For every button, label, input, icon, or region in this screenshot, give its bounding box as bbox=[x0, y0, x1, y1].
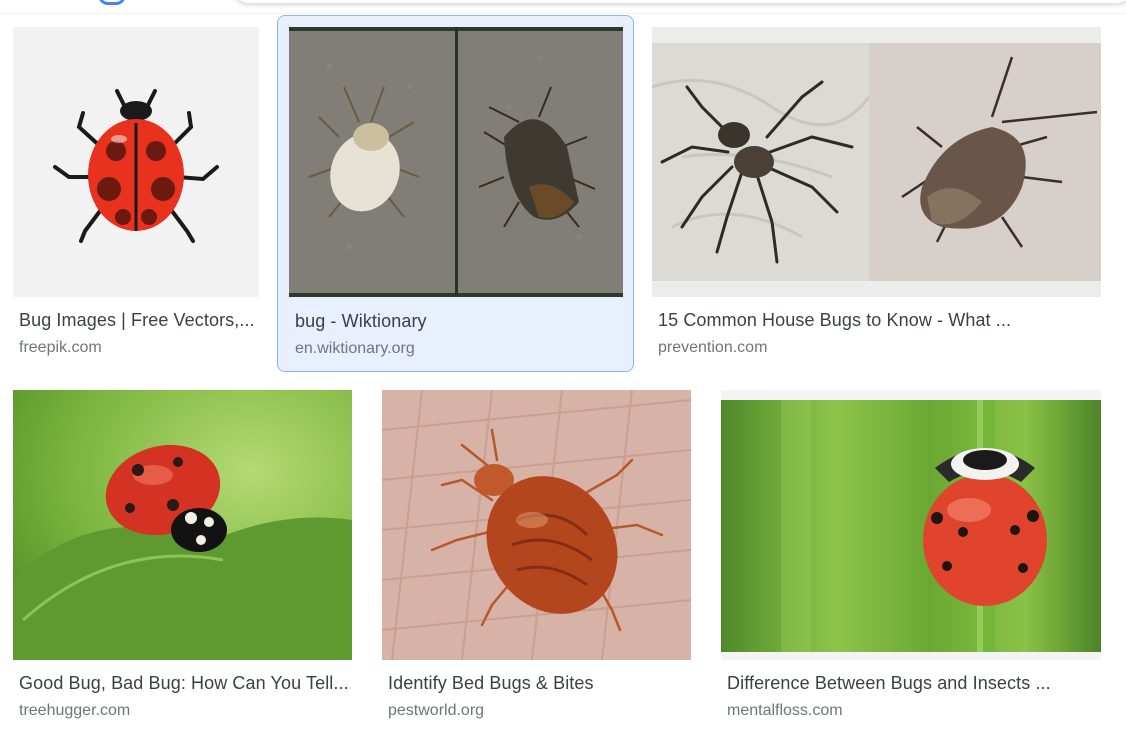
bed-bug-on-skin-photo bbox=[382, 390, 691, 660]
result-title[interactable]: Difference Between Bugs and Insects ... bbox=[727, 673, 1107, 694]
result-title[interactable]: Identify Bed Bugs & Bites bbox=[388, 673, 688, 694]
result-thumbnail[interactable] bbox=[382, 390, 691, 660]
spider-and-stinkbug-photo bbox=[652, 27, 1101, 297]
result-title[interactable]: Bug Images | Free Vectors,... bbox=[19, 310, 259, 331]
google-logo-partial[interactable] bbox=[98, 0, 126, 5]
result-thumbnail[interactable] bbox=[13, 27, 259, 297]
result-thumbnail[interactable] bbox=[289, 27, 623, 297]
two-stink-bugs-photo bbox=[289, 27, 623, 297]
ladybug-on-leaf-photo bbox=[13, 390, 352, 660]
ladybug-illustration bbox=[13, 27, 259, 297]
result-source[interactable]: pestworld.org bbox=[388, 702, 484, 720]
search-box[interactable] bbox=[232, 0, 1126, 4]
result-title[interactable]: Good Bug, Bad Bug: How Can You Tell... bbox=[19, 673, 351, 694]
result-thumbnail[interactable] bbox=[13, 390, 352, 660]
result-card-1[interactable]: Bug Images | Free Vectors,... freepik.co… bbox=[6, 22, 268, 370]
result-thumbnail[interactable] bbox=[652, 27, 1101, 297]
result-card-5[interactable]: Identify Bed Bugs & Bites pestworld.org bbox=[375, 385, 699, 730]
search-header bbox=[0, 0, 1126, 14]
result-card-4[interactable]: Good Bug, Bad Bug: How Can You Tell... t… bbox=[6, 385, 356, 730]
ladybug-on-grass-photo bbox=[721, 390, 1101, 660]
result-card-3[interactable]: 15 Common House Bugs to Know - What ... … bbox=[645, 22, 1110, 370]
result-card-6[interactable]: Difference Between Bugs and Insects ... … bbox=[714, 385, 1110, 730]
result-source[interactable]: en.wiktionary.org bbox=[295, 340, 415, 358]
result-title[interactable]: 15 Common House Bugs to Know - What ... bbox=[658, 310, 1103, 331]
result-source[interactable]: treehugger.com bbox=[19, 702, 130, 720]
result-title[interactable]: bug - Wiktionary bbox=[295, 311, 615, 332]
result-thumbnail[interactable] bbox=[721, 390, 1101, 660]
result-source[interactable]: freepik.com bbox=[19, 339, 102, 357]
result-source[interactable]: prevention.com bbox=[658, 339, 767, 357]
header-divider bbox=[0, 13, 1126, 14]
result-source[interactable]: mentalfloss.com bbox=[727, 702, 843, 720]
result-card-2[interactable]: bug - Wiktionary en.wiktionary.org bbox=[277, 15, 634, 372]
